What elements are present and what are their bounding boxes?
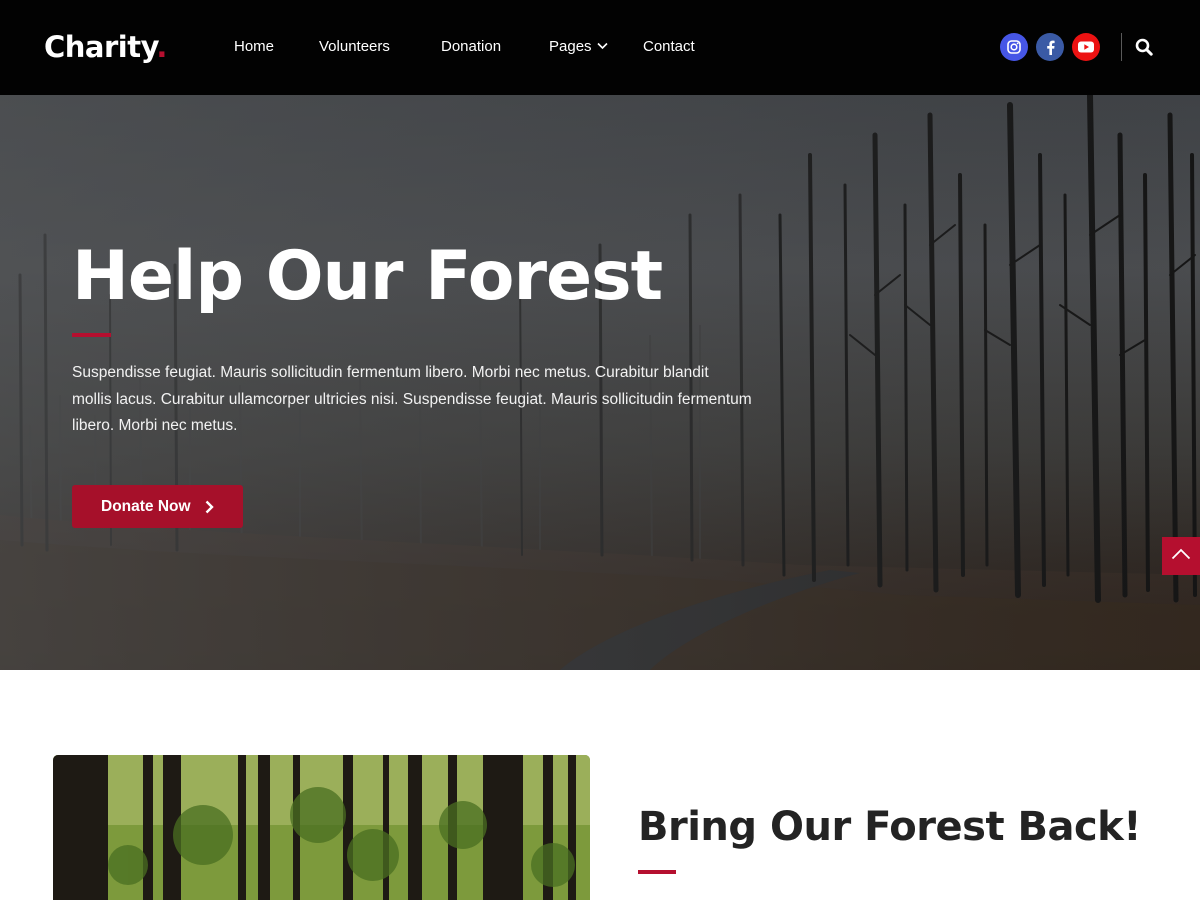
hero-title: Help Our Forest [72,237,663,316]
site-header: Charity. Home Volunteers Donation Pages … [0,0,1200,95]
forest-image [53,755,590,900]
nav-contact[interactable]: Contact [643,36,695,58]
nav-donation[interactable]: Donation [441,36,501,58]
logo-text: Charity [44,30,157,64]
hero-banner: Help Our Forest Suspendisse feugiat. Mau… [0,95,1200,670]
header-divider [1121,33,1122,61]
chevron-right-icon [205,500,214,514]
logo-dot: . [156,30,167,64]
section-title: Bring Our Forest Back! [638,804,1142,850]
youtube-icon[interactable] [1072,33,1100,61]
section-title-underline [638,870,676,874]
search-icon[interactable] [1133,36,1155,58]
logo[interactable]: Charity. [44,29,167,65]
nav-volunteers[interactable]: Volunteers [319,36,390,58]
chevron-down-icon [596,35,608,57]
donate-now-button[interactable]: Donate Now [72,485,243,528]
facebook-icon[interactable] [1036,33,1064,61]
hero-title-underline [72,333,111,337]
nav-pages[interactable]: Pages [549,36,608,58]
donate-now-label: Donate Now [101,497,191,515]
hero-description: Suspendisse feugiat. Mauris sollicitudin… [72,364,752,434]
nav-home[interactable]: Home [234,36,274,58]
instagram-icon[interactable] [1000,33,1028,61]
scroll-to-top-button[interactable] [1162,537,1200,575]
chevron-up-icon [1171,547,1191,565]
nav-pages-label: Pages [549,38,592,55]
